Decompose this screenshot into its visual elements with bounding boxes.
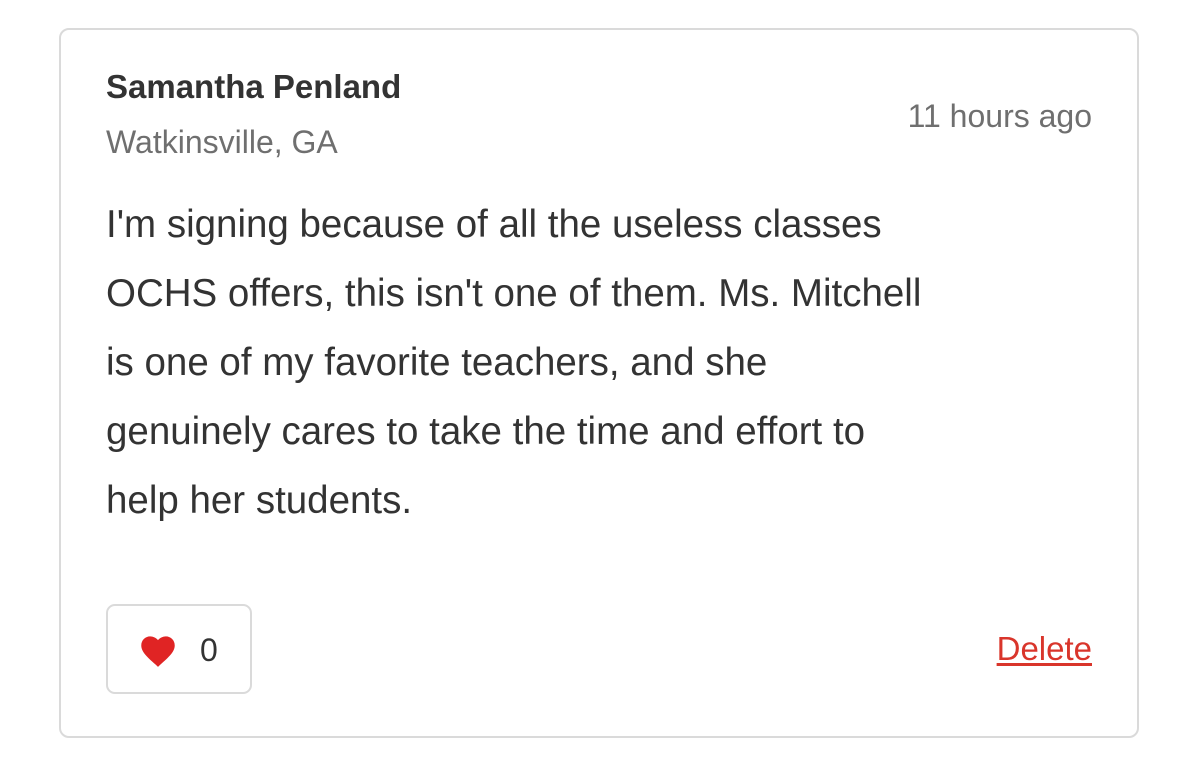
heart-icon: [141, 636, 175, 667]
delete-link[interactable]: Delete: [997, 630, 1092, 668]
comment-body-line: help her students.: [106, 479, 413, 522]
comment-body: I'm signing because of all the useless c…: [106, 190, 1106, 535]
comment-body-line: I'm signing because of all the useless c…: [106, 203, 882, 246]
comment-body-line: genuinely cares to take the time and eff…: [106, 410, 866, 453]
author-location: Watkinsville, GA: [106, 124, 338, 160]
author-name: Samantha Penland: [106, 68, 402, 105]
comment-timestamp: 11 hours ago: [907, 98, 1092, 134]
comment-card: Samantha Penland Watkinsville, GA 11 hou…: [59, 28, 1139, 738]
like-count: 0: [200, 632, 218, 668]
comment-body-line: OCHS offers, this isn't one of them. Ms.…: [106, 272, 922, 315]
comment-body-line: is one of my favorite teachers, and she: [106, 341, 768, 384]
like-button[interactable]: 0: [106, 604, 252, 694]
